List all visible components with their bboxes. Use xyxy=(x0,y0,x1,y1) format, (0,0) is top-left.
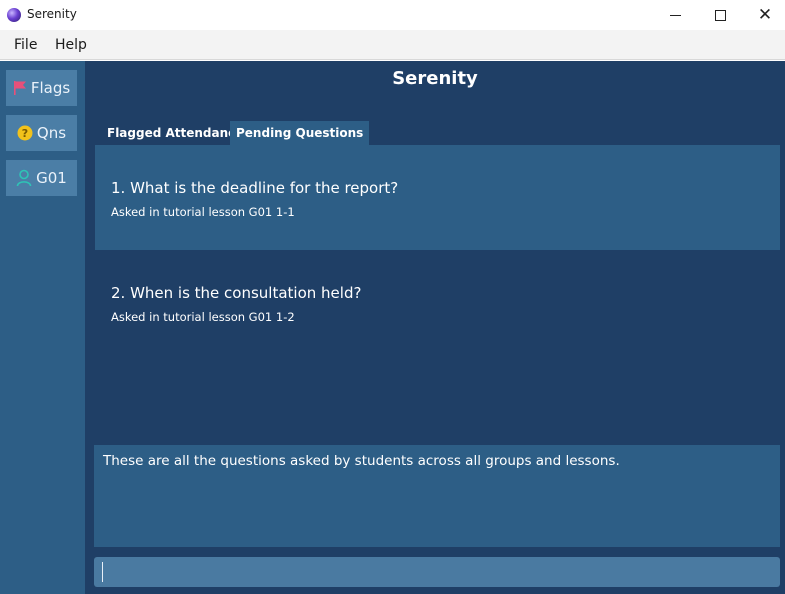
minimize-button[interactable] xyxy=(652,0,698,30)
list-item[interactable]: 1. What is the deadline for the report? … xyxy=(95,145,780,250)
svg-text:?: ? xyxy=(22,127,28,140)
flag-icon xyxy=(13,80,27,96)
main-panel: Serenity Flagged Attendance Pending Ques… xyxy=(85,61,785,594)
questions-list: 1. What is the deadline for the report? … xyxy=(95,145,780,440)
person-icon xyxy=(16,169,32,187)
close-icon: ✕ xyxy=(757,4,773,25)
title-bar: Serenity ✕ xyxy=(0,0,785,30)
maximize-icon xyxy=(714,9,726,21)
close-button[interactable]: ✕ xyxy=(742,0,785,30)
list-item[interactable]: 2. When is the consultation held? Asked … xyxy=(95,250,780,355)
command-input[interactable] xyxy=(94,557,780,587)
sidebar: Flags ? Qns G01 xyxy=(0,61,85,594)
sidebar-button-label: G01 xyxy=(36,169,67,187)
window-title: Serenity xyxy=(27,7,77,21)
tab-pending-questions[interactable]: Pending Questions xyxy=(230,121,370,145)
question-source: Asked in tutorial lesson G01 1-2 xyxy=(111,310,295,324)
text-cursor xyxy=(102,562,103,582)
minimize-icon xyxy=(669,14,681,16)
question-text: 1. What is the deadline for the report? xyxy=(111,179,399,197)
menu-file[interactable]: File xyxy=(14,37,37,53)
question-source: Asked in tutorial lesson G01 1-1 xyxy=(111,205,295,219)
sidebar-button-g01[interactable]: G01 xyxy=(6,160,77,196)
menu-help[interactable]: Help xyxy=(55,37,87,53)
result-display: These are all the questions asked by stu… xyxy=(94,445,780,547)
question-icon: ? xyxy=(17,125,33,141)
menu-bar: File Help xyxy=(0,30,785,60)
tab-flagged-attendance[interactable]: Flagged Attendance xyxy=(101,121,249,145)
maximize-button[interactable] xyxy=(697,0,743,30)
sidebar-button-label: Qns xyxy=(36,124,67,142)
sidebar-button-flags[interactable]: Flags xyxy=(6,70,77,106)
sidebar-button-qns[interactable]: ? Qns xyxy=(6,115,77,151)
page-title: Serenity xyxy=(392,68,478,89)
sidebar-button-label: Flags xyxy=(30,79,71,97)
app-logo-icon xyxy=(7,8,21,22)
question-text: 2. When is the consultation held? xyxy=(111,284,362,302)
result-text: These are all the questions asked by stu… xyxy=(103,453,620,469)
